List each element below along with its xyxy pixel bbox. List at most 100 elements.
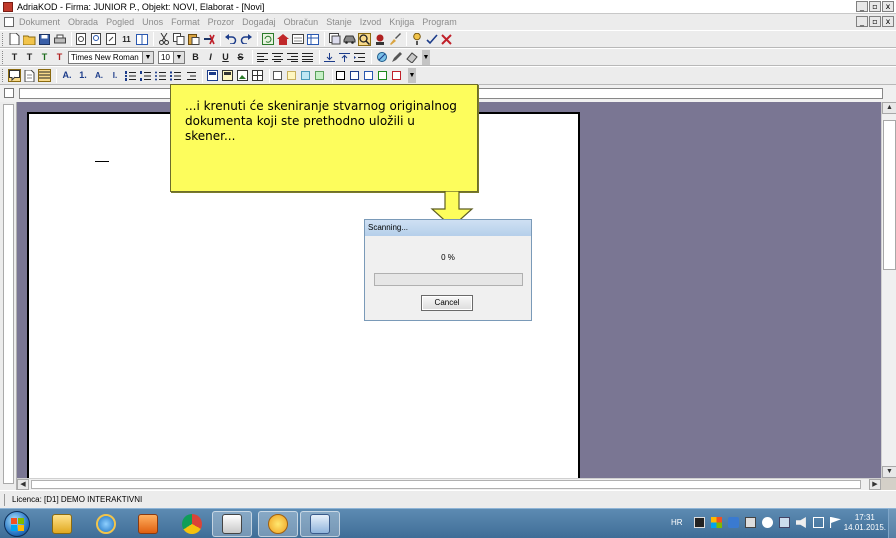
indent-up-icon[interactable] <box>338 51 351 64</box>
tray-colors-icon[interactable] <box>711 517 722 528</box>
italic-button[interactable]: I <box>204 51 217 64</box>
volume-icon[interactable] <box>796 517 806 528</box>
cut-icon[interactable] <box>157 33 170 46</box>
border-navy-swatch[interactable] <box>350 71 359 80</box>
minimize-button[interactable]: _ <box>856 1 868 12</box>
color-white-swatch[interactable] <box>273 71 282 80</box>
menu-prozor[interactable]: Prozor <box>208 16 235 28</box>
heading-numeric-button[interactable]: 1. <box>76 69 90 82</box>
frame-grid-icon[interactable] <box>251 69 264 82</box>
open-folder-icon[interactable] <box>23 33 36 46</box>
toolbar-options-button[interactable]: ▼ <box>408 68 416 83</box>
border-blue-swatch[interactable] <box>364 71 373 80</box>
increase-indent-icon[interactable] <box>353 51 366 64</box>
menu-format[interactable]: Format <box>171 16 200 28</box>
brush-icon[interactable] <box>388 33 401 46</box>
tray-circle-icon[interactable] <box>762 517 773 528</box>
doc-close-button[interactable]: x <box>882 16 894 27</box>
align-right-icon[interactable] <box>286 51 299 64</box>
copy-icon[interactable] <box>172 33 185 46</box>
toolbar-grip[interactable] <box>2 32 5 46</box>
restore-button[interactable]: ▫ <box>869 1 881 12</box>
zoom-icon[interactable] <box>90 33 103 46</box>
note-icon[interactable] <box>23 69 36 82</box>
tray-device-icon[interactable] <box>745 517 756 528</box>
paragraph-icon[interactable] <box>38 69 51 82</box>
heading-alpha-button[interactable]: A. <box>60 69 74 82</box>
align-left-icon[interactable] <box>256 51 269 64</box>
menu-izvod[interactable]: Izvod <box>360 16 382 28</box>
tray-network-icon[interactable] <box>779 517 790 528</box>
bullet-list-2-icon[interactable] <box>169 69 182 82</box>
pen-icon[interactable] <box>390 51 403 64</box>
text-style-1-button[interactable]: T <box>8 51 21 64</box>
draw-icon[interactable] <box>375 51 388 64</box>
bullet-list-icon[interactable] <box>154 69 167 82</box>
scan-icon[interactable] <box>358 32 371 46</box>
menu-pogled[interactable]: Pogled <box>106 16 134 28</box>
menu-knjiga[interactable]: Knjiga <box>389 16 414 28</box>
menu-obracun[interactable]: Obračun <box>284 16 319 28</box>
clock[interactable]: 17:31 14.01.2015. <box>844 513 886 533</box>
numbered-list-2-icon[interactable] <box>139 69 152 82</box>
redo-icon[interactable] <box>239 33 252 46</box>
table-icon[interactable] <box>306 33 319 46</box>
frame-image-icon[interactable] <box>236 69 249 82</box>
check-icon[interactable] <box>425 33 438 46</box>
frame-icon[interactable] <box>206 69 219 82</box>
color-cyan-swatch[interactable] <box>301 71 310 80</box>
print-icon[interactable] <box>53 33 66 46</box>
print-preview-icon[interactable] <box>75 33 88 46</box>
border-red-swatch[interactable] <box>392 71 401 80</box>
taskbar-file-explorer[interactable] <box>42 511 82 537</box>
outline-list-icon[interactable] <box>184 69 197 82</box>
text-style-3-button[interactable]: T <box>38 51 51 64</box>
bold-button[interactable]: B <box>189 51 202 64</box>
tray-app-icon[interactable] <box>694 517 705 528</box>
language-indicator[interactable]: HR <box>671 518 683 528</box>
align-justify-icon[interactable] <box>301 51 314 64</box>
help-icon[interactable] <box>410 33 423 46</box>
heading-alpha-small-button[interactable]: A. <box>92 69 106 82</box>
menu-stanje[interactable]: Stanje <box>326 16 352 28</box>
indent-down-icon[interactable] <box>323 51 336 64</box>
menu-unos[interactable]: Unos <box>142 16 163 28</box>
page-number-icon[interactable]: 11 <box>120 33 133 46</box>
border-green-swatch[interactable] <box>378 71 387 80</box>
taskbar-adriakod[interactable] <box>212 511 252 537</box>
field-checkbox[interactable] <box>4 88 14 98</box>
paste-icon[interactable] <box>187 33 200 46</box>
document-icon[interactable] <box>4 17 14 27</box>
font-name-select[interactable]: Times New Roman ▼ <box>68 50 154 64</box>
doc-minimize-button[interactable]: _ <box>856 16 868 27</box>
scroll-left-button[interactable]: ◀ <box>17 479 29 490</box>
undo-icon[interactable] <box>224 33 237 46</box>
refresh-icon[interactable] <box>261 33 274 46</box>
align-center-icon[interactable] <box>271 51 284 64</box>
menu-dokument[interactable]: Dokument <box>19 16 60 28</box>
menu-program[interactable]: Program <box>422 16 457 28</box>
comment-icon[interactable] <box>8 69 21 82</box>
taskbar-media-player[interactable] <box>128 511 168 537</box>
columns-icon[interactable] <box>135 33 148 46</box>
find-icon[interactable] <box>105 33 118 46</box>
color-green-swatch[interactable] <box>315 71 324 80</box>
stamp-icon[interactable] <box>373 33 386 46</box>
home-icon[interactable] <box>276 33 289 46</box>
toolbar-grip[interactable] <box>2 50 5 64</box>
show-desktop-button[interactable] <box>888 509 896 538</box>
vertical-scrollbar[interactable]: ▲ ▼ <box>881 102 896 478</box>
flag-icon[interactable] <box>830 517 841 528</box>
border-black-swatch[interactable] <box>336 71 345 80</box>
eraser-icon[interactable] <box>405 51 418 64</box>
new-document-icon[interactable] <box>8 33 21 46</box>
monitor-icon[interactable] <box>813 517 824 528</box>
doc-restore-button[interactable]: ▫ <box>869 16 881 27</box>
font-size-select[interactable]: 10 ▼ <box>158 50 185 64</box>
delete-icon[interactable] <box>202 33 215 46</box>
car-icon[interactable] <box>343 33 356 46</box>
horizontal-scrollbar[interactable]: ◀ ▶ <box>17 478 881 490</box>
text-style-4-button[interactable]: T <box>53 51 66 64</box>
menu-obrada[interactable]: Obrada <box>68 16 98 28</box>
export-icon[interactable] <box>328 33 341 46</box>
